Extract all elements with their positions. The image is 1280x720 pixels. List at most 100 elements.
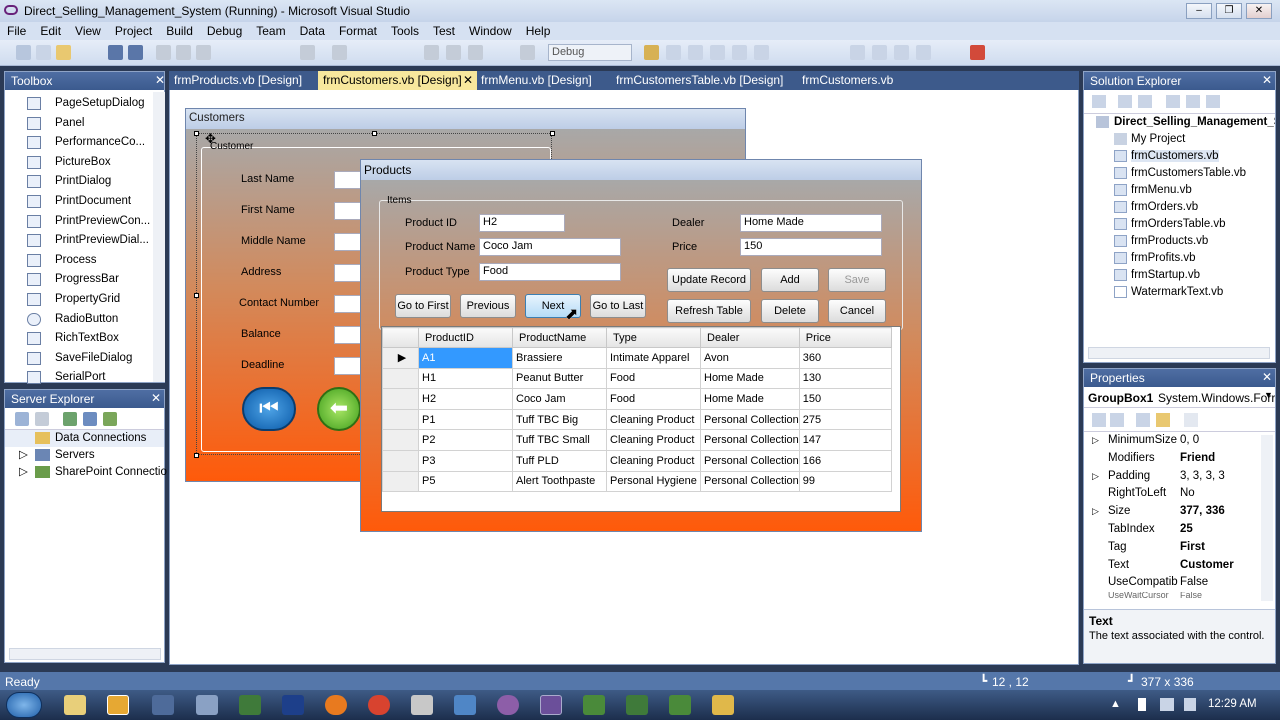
horizontal-scrollbar[interactable]: [1088, 347, 1270, 359]
toolbox-item[interactable]: PerformanceCo...: [5, 133, 164, 153]
chrome-icon[interactable]: [368, 695, 390, 715]
tab-frmcustomers-design[interactable]: frmCustomers.vb [Design] ✕: [318, 71, 477, 90]
grid-cell[interactable]: P5: [418, 470, 513, 493]
object-selector[interactable]: GroupBox1 System.Windows.Forr ▼: [1084, 387, 1275, 408]
show-hidden-icons-icon[interactable]: ▲: [1110, 698, 1121, 710]
update-record-button[interactable]: Update Record: [667, 268, 751, 292]
menu-team[interactable]: Team: [249, 22, 292, 38]
grid-cell[interactable]: Food: [606, 367, 701, 390]
toolbox-item[interactable]: Panel: [5, 114, 164, 134]
resize-handle[interactable]: [194, 131, 199, 136]
connect-server-icon[interactable]: [83, 412, 97, 426]
refresh-icon[interactable]: [15, 412, 29, 426]
property-row[interactable]: Text Customer: [1084, 557, 1275, 575]
table-row[interactable]: ▶ A1 Brassiere Intimate Apparel Avon 360: [382, 347, 892, 369]
property-row[interactable]: UseWaitCursor False: [1084, 592, 1275, 600]
save-all-icon[interactable]: [128, 45, 143, 60]
property-row[interactable]: Tag First: [1084, 539, 1275, 557]
product-type-input[interactable]: Food: [479, 263, 621, 281]
horizontal-scrollbar[interactable]: [9, 648, 161, 660]
resize-handle[interactable]: [194, 293, 199, 298]
grid-cell[interactable]: 130: [798, 367, 892, 390]
product-id-input[interactable]: H2: [479, 214, 565, 232]
solution-item[interactable]: frmProfits.vb: [1084, 250, 1275, 267]
grid-cell[interactable]: 275: [798, 408, 892, 431]
stop-icon[interactable]: [468, 45, 483, 60]
menu-debug[interactable]: Debug: [200, 22, 249, 38]
menu-project[interactable]: Project: [108, 22, 159, 38]
expand-icon[interactable]: ▷: [1092, 503, 1099, 521]
save-icon[interactable]: [108, 45, 123, 60]
table-row[interactable]: P3 Tuff PLD Cleaning Product Personal Co…: [382, 449, 892, 472]
save-button[interactable]: Save: [828, 268, 886, 292]
property-value[interactable]: Customer: [1180, 557, 1234, 575]
toolbox-item[interactable]: RadioButton: [5, 310, 164, 330]
close-icon[interactable]: ✕: [1262, 73, 1272, 87]
add-button[interactable]: Add: [761, 268, 819, 292]
property-value[interactable]: False: [1180, 592, 1202, 600]
expand-icon[interactable]: ▷: [1092, 432, 1099, 450]
menu-window[interactable]: Window: [462, 22, 519, 38]
toolbox-item[interactable]: SerialPort: [5, 368, 164, 388]
properties-view-icon[interactable]: [1136, 413, 1150, 427]
start-button[interactable]: [6, 692, 42, 718]
properties-icon[interactable]: [1092, 95, 1106, 108]
solution-item[interactable]: My Project: [1084, 131, 1275, 148]
class-diagram-icon[interactable]: [1206, 95, 1220, 108]
property-row[interactable]: ▷ Size 377, 336: [1084, 503, 1275, 521]
first-record-icon[interactable]: ⏮: [242, 387, 296, 431]
close-icon[interactable]: ✕: [155, 73, 165, 87]
go-to-first-button[interactable]: Go to First: [395, 294, 451, 318]
grid-cell[interactable]: P3: [418, 449, 513, 472]
menu-format[interactable]: Format: [332, 22, 384, 38]
alphabetical-icon[interactable]: [1110, 413, 1124, 427]
grid-cell[interactable]: Personal Collection: [700, 408, 800, 431]
expand-icon[interactable]: ▷: [19, 464, 28, 481]
toolbox-item[interactable]: PrintPreviewDial...: [5, 231, 164, 251]
align-icon[interactable]: [850, 45, 865, 60]
property-value[interactable]: 25: [1180, 521, 1193, 539]
price-input[interactable]: 150: [740, 238, 882, 256]
network-icon[interactable]: [1160, 698, 1174, 711]
row-header[interactable]: [382, 449, 419, 472]
grid-cell[interactable]: Alert Toothpaste: [512, 470, 607, 493]
menu-build[interactable]: Build: [159, 22, 200, 38]
solution-configuration-select[interactable]: Debug: [548, 44, 632, 61]
grid-column-header[interactable]: ProductID: [418, 327, 513, 348]
dealer-input[interactable]: Home Made: [740, 214, 882, 232]
table-row[interactable]: P5 Alert Toothpaste Personal Hygiene Per…: [382, 470, 892, 493]
add-item-icon[interactable]: [36, 45, 51, 60]
properties-scrollbar[interactable]: [1261, 435, 1273, 601]
chevron-down-icon[interactable]: ▼: [1264, 390, 1273, 400]
property-row[interactable]: ▷ MinimumSize 0, 0: [1084, 432, 1275, 450]
explorer-icon[interactable]: [64, 695, 86, 715]
refresh-icon[interactable]: [1138, 95, 1152, 108]
new-project-icon[interactable]: [16, 45, 31, 60]
toolbox-icon[interactable]: [732, 45, 747, 60]
close-tab-icon[interactable]: ✕: [463, 73, 473, 87]
resize-handle[interactable]: [194, 453, 199, 458]
property-value[interactable]: 377, 336: [1180, 503, 1225, 521]
view-code-icon[interactable]: [1166, 95, 1180, 108]
grid-cell[interactable]: P2: [418, 429, 513, 451]
grid-cell[interactable]: 99: [798, 470, 892, 493]
show-all-files-icon[interactable]: [1118, 95, 1132, 108]
delete-button[interactable]: Delete: [761, 299, 819, 323]
close-window-button[interactable]: ✕: [1246, 3, 1272, 19]
product-name-input[interactable]: Coco Jam: [479, 238, 621, 256]
browser-icon[interactable]: [497, 695, 519, 715]
dreamweaver-icon[interactable]: [239, 695, 261, 715]
grid-cell[interactable]: 150: [798, 388, 892, 410]
notepad-icon[interactable]: [411, 695, 433, 715]
grid-cell[interactable]: Cleaning Product: [606, 408, 701, 431]
property-row[interactable]: RightToLeft No: [1084, 485, 1275, 503]
property-value[interactable]: False: [1180, 574, 1208, 592]
close-icon[interactable]: ✕: [1262, 370, 1272, 384]
grid-cell[interactable]: 360: [798, 347, 892, 369]
server-explorer-item[interactable]: ▷ Servers: [5, 447, 164, 464]
cancel-button[interactable]: Cancel: [828, 299, 886, 323]
property-row[interactable]: TabIndex 25: [1084, 521, 1275, 539]
grid-column-header[interactable]: Price: [798, 327, 892, 348]
grid-cell[interactable]: Intimate Apparel: [606, 347, 701, 369]
grid-cell[interactable]: Home Made: [700, 388, 800, 410]
